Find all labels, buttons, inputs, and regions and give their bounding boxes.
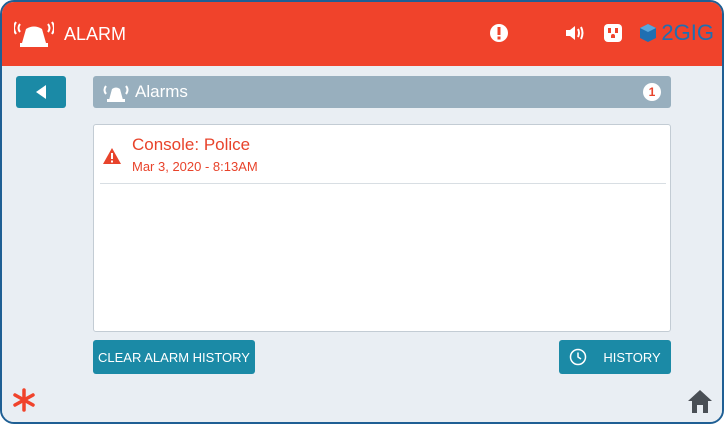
alarm-list: Console: Police Mar 3, 2020 - 8:13AM [93, 124, 671, 332]
alert-icon[interactable] [488, 21, 510, 45]
clear-alarm-history-button[interactable]: CLEAR ALARM HISTORY [93, 340, 255, 374]
outlet-icon[interactable] [602, 21, 624, 45]
brand-cube-icon [640, 24, 657, 42]
moon-icon[interactable] [526, 21, 548, 45]
clear-alarm-history-label: CLEAR ALARM HISTORY [98, 349, 250, 365]
back-arrow-icon [36, 85, 46, 99]
alarm-title: Console: Police [132, 135, 251, 154]
history-button[interactable]: HISTORY [559, 340, 671, 374]
back-button[interactable] [16, 76, 66, 108]
asterisk-icon[interactable] [12, 388, 36, 412]
brand-name: 2GIG [661, 20, 714, 45]
warning-icon [103, 148, 121, 164]
speaker-icon[interactable] [564, 21, 586, 45]
brand-logo: 2GIG [639, 20, 714, 46]
siren-icon [14, 21, 54, 47]
list-item[interactable]: Console: Police Mar 3, 2020 - 8:13AM [100, 131, 666, 184]
panel-frame: ALARM 2GIG Alarms 1 Console: Police Mar … [0, 0, 724, 424]
section-title: Alarms [135, 82, 188, 101]
status-icons [488, 21, 624, 45]
top-bar: ALARM 2GIG [2, 2, 722, 66]
bottom-bar [2, 380, 722, 422]
alarm-siren-icon [103, 85, 129, 102]
alarms-header: Alarms 1 [93, 76, 671, 108]
home-icon[interactable] [686, 388, 714, 414]
app-title: ALARM [64, 24, 127, 44]
clock-icon [570, 348, 587, 366]
alarm-count-badge: 1 [643, 83, 661, 101]
alarm-timestamp: Mar 3, 2020 - 8:13AM [132, 159, 258, 174]
history-label: HISTORY [603, 349, 661, 365]
